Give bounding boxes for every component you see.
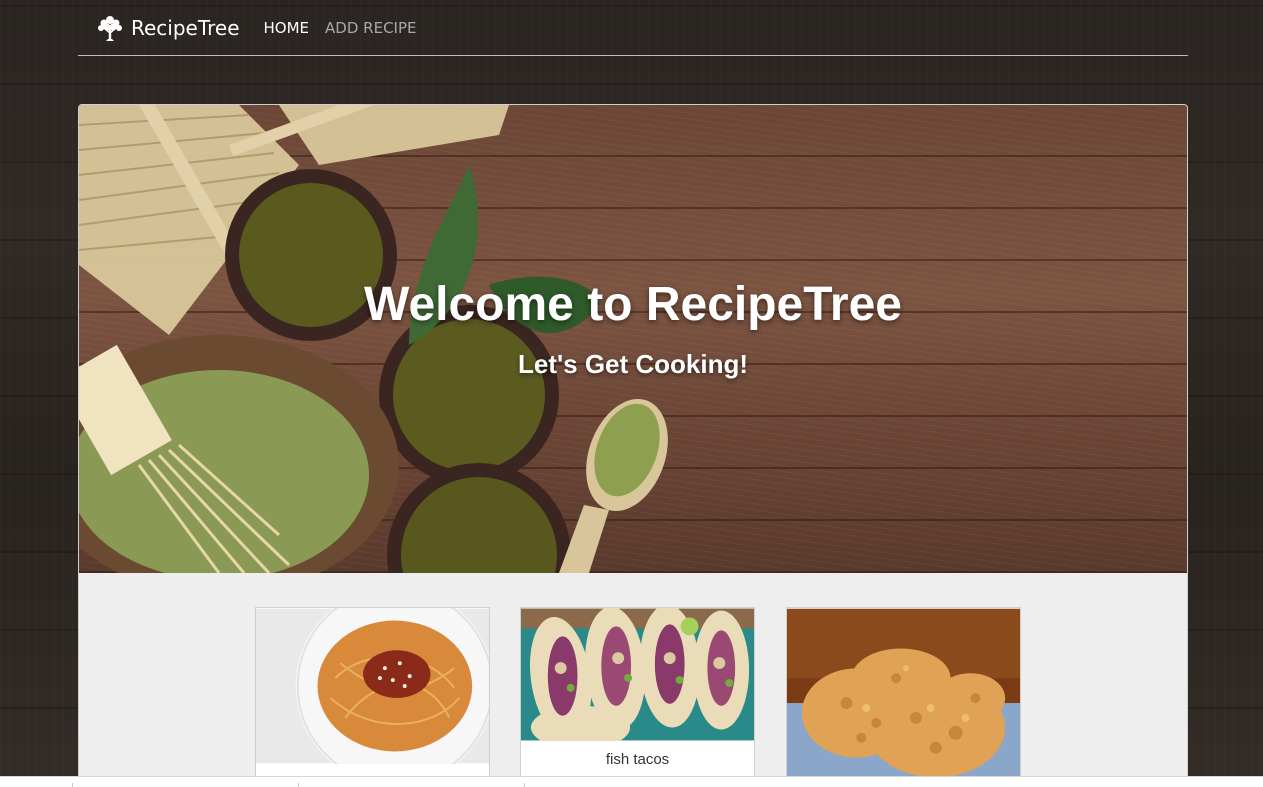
hero-banner: Welcome to RecipeTree Let's Get Cooking!	[79, 105, 1187, 573]
main-container: Welcome to RecipeTree Let's Get Cooking!	[78, 104, 1188, 787]
brand-name: RecipeTree	[131, 15, 240, 40]
hero-title: Welcome to RecipeTree	[364, 278, 902, 331]
recipe-card-fish-tacos[interactable]: fish tacos	[520, 607, 755, 786]
fried-chicken-image[interactable]	[787, 608, 1020, 787]
tick-mark	[72, 783, 73, 787]
navbar: RecipeTree HOME ADD RECIPE	[78, 0, 1188, 56]
recipe-title[interactable]	[256, 764, 489, 774]
recipe-card-fried-chicken[interactable]	[786, 607, 1021, 787]
bottom-scroll-edge	[0, 776, 1263, 787]
hero-subtitle: Let's Get Cooking!	[517, 349, 749, 379]
tick-mark	[524, 783, 525, 787]
hero-background-image	[79, 105, 668, 573]
recipe-card-spaghetti[interactable]	[255, 607, 490, 786]
nav-home-link[interactable]: HOME	[264, 19, 310, 37]
spaghetti-image[interactable]	[256, 608, 489, 764]
nav-add-recipe-link[interactable]: ADD RECIPE	[325, 19, 416, 37]
tick-mark	[298, 783, 299, 787]
brand-link[interactable]: RecipeTree	[94, 12, 240, 44]
tree-icon	[98, 15, 122, 41]
fish-tacos-image[interactable]	[521, 608, 754, 741]
recipe-title[interactable]: fish tacos	[521, 741, 754, 768]
